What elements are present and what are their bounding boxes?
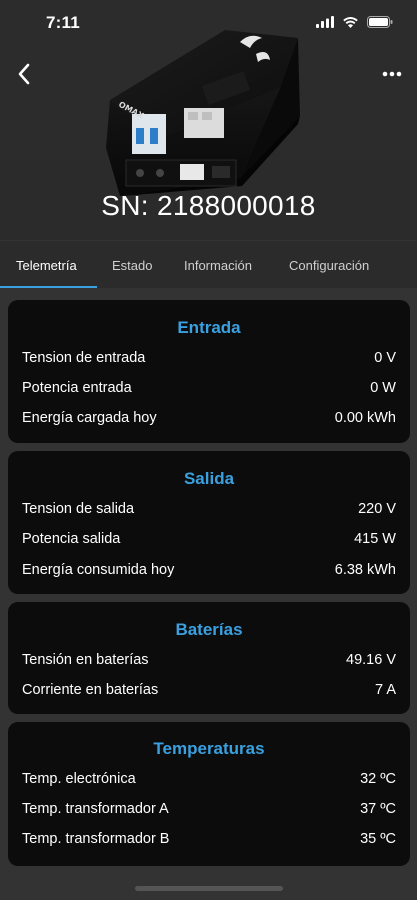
tab-configuracion[interactable]: Configuración (289, 241, 369, 289)
list-item: Energía consumida hoy 6.38 kWh (22, 562, 396, 584)
list-item: Tension de entrada 0 V (22, 350, 396, 372)
row-label: Corriente en baterías (22, 682, 159, 698)
list-item: Energía cargada hoy 0.00 kWh (22, 410, 396, 432)
tab-bar: Telemetría Estado Información Configurac… (0, 240, 417, 289)
row-label: Temp. electrónica (22, 771, 136, 787)
list-item: Temp. electrónica 32 ºC (22, 771, 396, 793)
card-entrada: Entrada Tension de entrada 0 V Potencia … (8, 300, 410, 443)
card-title: Entrada (177, 318, 241, 337)
row-value: 0 V (374, 350, 396, 366)
row-label: Temp. transformador A (22, 801, 169, 817)
row-label: Energía cargada hoy (22, 410, 157, 426)
row-label: Tension de salida (22, 501, 135, 517)
device-image: OMAX (100, 28, 315, 196)
card-baterias: Baterías Tensión en baterías 49.16 V Cor… (8, 602, 410, 714)
tab-telemetria[interactable]: Telemetría (16, 241, 77, 289)
card-temperaturas: Temperaturas Temp. electrónica 32 ºC Tem… (8, 722, 410, 866)
more-options-button[interactable] (377, 60, 407, 88)
card-title: Baterías (175, 620, 243, 639)
row-value: 37 ºC (360, 801, 396, 817)
row-value: 7 A (375, 682, 396, 698)
tab-informacion[interactable]: Información (184, 241, 252, 289)
list-item: Temp. transformador B 35 ºC (22, 831, 396, 853)
card-title: Salida (183, 469, 235, 488)
device-header: 7:11 OMAX SN: 2188000018 (0, 0, 417, 240)
list-item: Corriente en baterías 7 A (22, 682, 396, 704)
battery-icon (367, 15, 393, 33)
row-label: Tensión en baterías (22, 652, 149, 668)
row-value: 32 ºC (360, 771, 396, 787)
row-value: 35 ºC (360, 831, 396, 847)
row-label: Potencia salida (22, 531, 121, 547)
signal-icon (316, 15, 334, 33)
row-value: 220 V (358, 501, 396, 517)
row-value: 6.38 kWh (334, 562, 396, 578)
home-indicator[interactable] (135, 886, 283, 891)
row-value: 415 W (354, 531, 396, 547)
row-label: Tension de entrada (22, 350, 146, 366)
tab-estado[interactable]: Estado (112, 241, 152, 289)
serial-number: SN: 2188000018 (101, 190, 316, 221)
row-value: 49.16 V (346, 652, 396, 668)
status-icons (316, 15, 393, 33)
list-item: Tensión en baterías 49.16 V (22, 652, 396, 674)
row-value: 0 W (370, 380, 396, 396)
row-label: Energía consumida hoy (22, 562, 175, 578)
list-item: Tension de salida 220 V (22, 501, 396, 523)
wifi-icon (342, 15, 359, 33)
card-salida: Salida Tension de salida 220 V Potencia … (8, 451, 410, 594)
row-label: Temp. transformador B (22, 831, 170, 847)
card-title: Temperaturas (153, 739, 265, 758)
list-item: Potencia salida 415 W (22, 531, 396, 553)
row-label: Potencia entrada (22, 380, 132, 396)
list-item: Temp. transformador A 37 ºC (22, 801, 396, 823)
list-item: Potencia entrada 0 W (22, 380, 396, 402)
back-button[interactable] (10, 58, 38, 90)
telemetry-content: Entrada Tension de entrada 0 V Potencia … (0, 288, 417, 900)
more-dots-icon (382, 71, 402, 77)
status-time: 7:11 (46, 13, 80, 32)
chevron-left-icon (18, 63, 30, 85)
row-value: 0.00 kWh (334, 410, 396, 426)
